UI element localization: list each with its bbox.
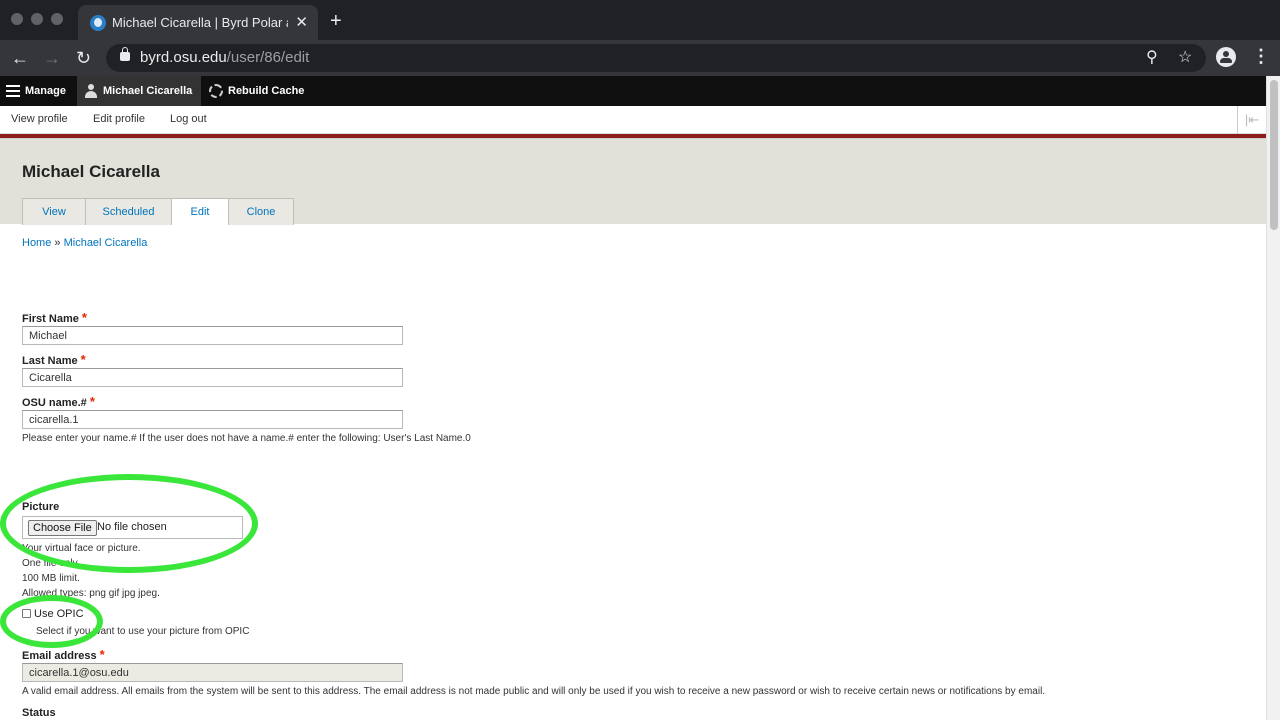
- reload-icon[interactable]: ↻: [76, 47, 91, 69]
- last-name-field[interactable]: [22, 368, 403, 387]
- breadcrumb-home[interactable]: Home: [22, 237, 51, 249]
- breadcrumb-current[interactable]: Michael Cicarella: [64, 237, 148, 249]
- edit-profile-link[interactable]: Edit profile: [93, 113, 145, 125]
- picture-size-limit: 100 MB limit.: [22, 573, 80, 584]
- new-tab-icon[interactable]: +: [330, 11, 342, 31]
- email-description: A valid email address. All emails from t…: [22, 686, 1046, 697]
- tab-scheduled[interactable]: Scheduled: [85, 198, 172, 225]
- toolbar-manage-label: Manage: [25, 85, 66, 97]
- view-profile-link[interactable]: View profile: [11, 113, 68, 125]
- toolbar-user[interactable]: Michael Cicarella: [77, 76, 201, 106]
- highlight-oval-opic: [0, 595, 103, 648]
- email-field[interactable]: [22, 663, 403, 682]
- tab-clone[interactable]: Clone: [228, 198, 294, 225]
- tray-orientation-icon[interactable]: |⇤: [1237, 106, 1266, 134]
- browser-tab[interactable]: Michael Cicarella | Byrd Polar a ✕: [78, 5, 318, 40]
- window-close-dot[interactable]: [11, 13, 23, 25]
- use-opic-description: Select if you want to use your picture f…: [36, 626, 250, 637]
- osu-name-field[interactable]: [22, 410, 403, 429]
- back-arrow-icon[interactable]: ←: [11, 47, 29, 69]
- user-icon: [85, 84, 97, 98]
- url-text: byrd.osu.edu/user/86/edit: [140, 49, 310, 66]
- tab-title: Michael Cicarella | Byrd Polar a: [112, 15, 288, 30]
- toolbar-rebuild-label: Rebuild Cache: [228, 85, 305, 97]
- tab-edit[interactable]: Edit: [171, 198, 229, 225]
- hamburger-icon: [6, 85, 20, 97]
- browser-menu-icon[interactable]: ⋮: [1252, 46, 1270, 67]
- osu-name-label: OSU name.# *: [22, 394, 95, 409]
- admin-toolbar: Manage Michael Cicarella Rebuild Cache: [0, 76, 1266, 106]
- window-maximize-dot[interactable]: [51, 13, 63, 25]
- scrollbar-thumb[interactable]: [1270, 80, 1278, 230]
- first-name-label: First Name *: [22, 310, 87, 325]
- url-omnibox[interactable]: byrd.osu.edu/user/86/edit ⚲ ☆: [106, 44, 1206, 72]
- picture-file-count: One file only.: [22, 558, 80, 569]
- tab-view[interactable]: View: [22, 198, 86, 225]
- page-title: Michael Cicarella: [22, 162, 160, 181]
- zoom-icon[interactable]: ⚲: [1146, 47, 1158, 67]
- breadcrumb-separator: »: [54, 237, 61, 249]
- address-bar-row: ← → ↻ byrd.osu.edu/user/86/edit ⚲ ☆ ⋮: [0, 40, 1280, 76]
- picture-upload-field: Choose File No file chosen: [22, 516, 243, 539]
- recycle-icon: [209, 84, 223, 98]
- picture-description: Your virtual face or picture.: [22, 543, 141, 554]
- user-tray: View profile Edit profile Log out |⇤: [0, 106, 1266, 134]
- last-name-label: Last Name *: [22, 352, 86, 367]
- toolbar-manage[interactable]: Manage: [0, 76, 75, 106]
- toolbar-rebuild-cache[interactable]: Rebuild Cache: [201, 76, 311, 106]
- page-header: Michael Cicarella View Scheduled Edit Cl…: [0, 138, 1266, 225]
- profile-avatar-icon[interactable]: [1216, 47, 1236, 67]
- log-out-link[interactable]: Log out: [170, 113, 207, 125]
- bookmark-star-icon[interactable]: ☆: [1178, 47, 1192, 67]
- picture-label: Picture: [22, 501, 60, 513]
- drupal-favicon-icon: [90, 15, 106, 31]
- picture-allowed-types: Allowed types: png gif jpg jpeg.: [22, 588, 160, 599]
- use-opic-label[interactable]: Use OPIC: [34, 608, 84, 620]
- page-scrollbar[interactable]: [1266, 76, 1280, 720]
- tab-close-icon[interactable]: ✕: [295, 13, 308, 31]
- osu-name-description: Please enter your name.# If the user doe…: [22, 433, 471, 444]
- choose-file-button[interactable]: Choose File: [28, 520, 97, 536]
- file-status: No file chosen: [97, 521, 167, 533]
- breadcrumb: Home » Michael Cicarella: [22, 237, 147, 249]
- use-opic-checkbox[interactable]: [22, 609, 31, 618]
- window-minimize-dot[interactable]: [31, 13, 43, 25]
- browser-tab-bar: Michael Cicarella | Byrd Polar a ✕ +: [0, 0, 1280, 40]
- toolbar-user-label: Michael Cicarella: [103, 85, 193, 97]
- email-label: Email address *: [22, 647, 105, 662]
- first-name-field[interactable]: [22, 326, 403, 345]
- status-label: Status: [22, 707, 56, 719]
- forward-arrow-icon[interactable]: →: [43, 47, 61, 69]
- lock-icon: [120, 47, 130, 61]
